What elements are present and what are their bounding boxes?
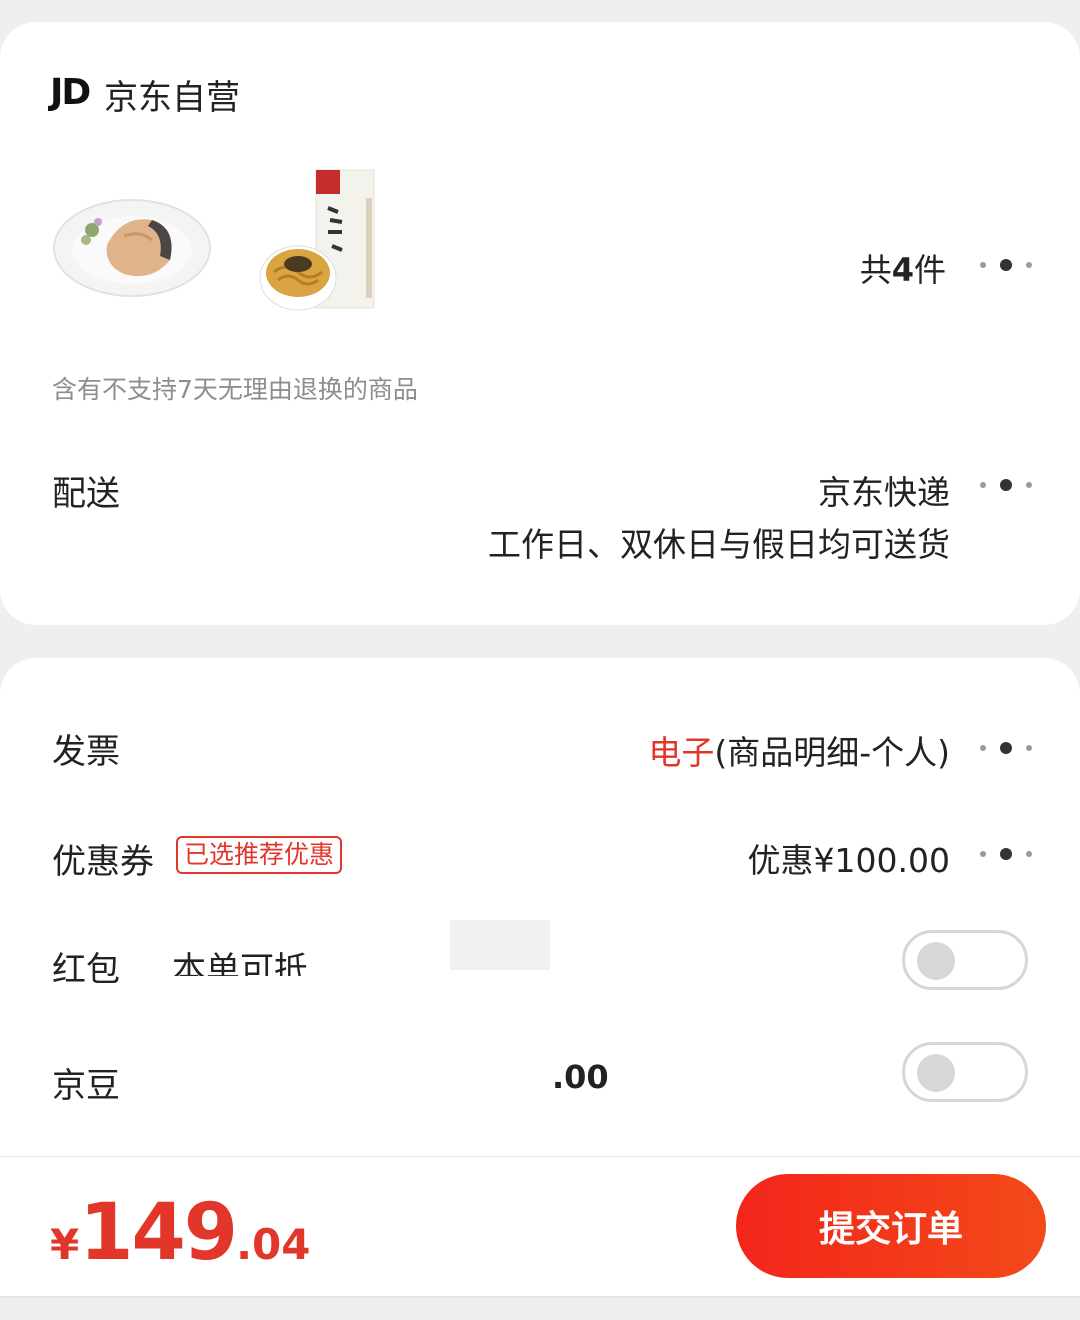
jingdou-value: .00 <box>552 1058 609 1096</box>
jingdou-label: 京豆 <box>52 1066 120 1106</box>
store-name: 京东自营 <box>104 78 240 118</box>
more-dots-icon[interactable] <box>980 848 1032 860</box>
red-packet-desc: 本单可抵 <box>172 950 308 976</box>
coupon-value[interactable]: 优惠¥100.00 <box>748 834 950 882</box>
more-dots-icon[interactable] <box>980 742 1032 754</box>
jingdou-toggle[interactable] <box>902 1042 1028 1102</box>
delivery-label: 配送 <box>52 474 120 514</box>
delivery-schedule[interactable]: 工作日、双休日与假日均可送货 <box>488 518 950 566</box>
invoice-label: 发票 <box>52 732 120 772</box>
red-packet-label: 红包 <box>52 950 120 990</box>
return-policy-notice: 含有不支持7天无理由退换的商品 <box>52 375 418 404</box>
more-dots-icon[interactable] <box>980 479 1032 491</box>
redaction-mask <box>450 920 550 970</box>
invoice-value[interactable]: 电子(商品明细-个人) <box>648 726 950 774</box>
submit-order-button[interactable]: 提交订单 <box>736 1174 1046 1278</box>
total-price: ¥149.04 <box>50 1188 311 1278</box>
delivery-method[interactable]: 京东快递 <box>818 466 950 514</box>
more-dots-icon[interactable] <box>980 259 1032 271</box>
item-count[interactable]: 共4件 <box>860 245 946 291</box>
coupon-label: 优惠券 <box>52 842 154 882</box>
jd-logo-icon: JD <box>50 72 91 113</box>
red-packet-toggle[interactable] <box>902 930 1028 990</box>
product-image-fish[interactable] <box>52 190 212 300</box>
product-image-noodles[interactable] <box>258 168 378 318</box>
coupon-recommended-badge: 已选推荐优惠 <box>176 836 343 874</box>
divider <box>0 1296 1080 1298</box>
